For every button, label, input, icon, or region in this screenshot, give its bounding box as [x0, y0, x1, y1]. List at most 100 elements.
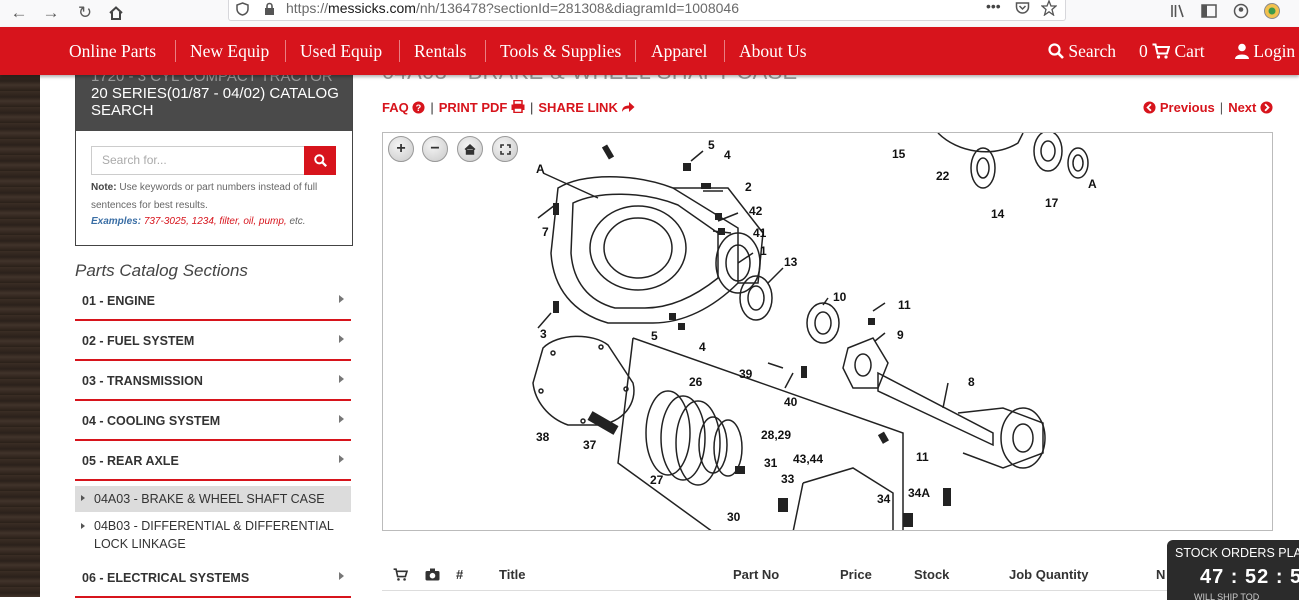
svg-text:42: 42 [749, 204, 763, 218]
svg-text:34: 34 [877, 492, 891, 506]
parts-table-header: # Title Part No Price Stock Job Quantity… [382, 560, 1299, 591]
home-icon[interactable] [105, 3, 127, 23]
svg-text:3: 3 [540, 327, 547, 341]
column-title: Title [499, 567, 526, 582]
subsection-label: 04B03 - DIFFERENTIAL & DIFFERENTIAL LOCK… [94, 519, 334, 551]
nav-cart[interactable]: 0 Cart [1139, 27, 1205, 75]
share-link[interactable]: SHARE LINK [538, 100, 635, 115]
cart-count: 0 [1139, 41, 1148, 61]
section-label: 01 - ENGINE [82, 294, 155, 308]
back-icon[interactable]: ← [8, 3, 30, 23]
previous-link[interactable]: Previous [1143, 100, 1215, 115]
svg-text:2: 2 [745, 180, 752, 194]
svg-text:8: 8 [968, 375, 975, 389]
ship-today-label: WILL SHIP TOD [1194, 592, 1260, 602]
caret-right-icon [339, 572, 344, 580]
section-transmission[interactable]: 03 - TRANSMISSION [75, 363, 351, 401]
arrow-left-circle-icon [1143, 101, 1156, 114]
pocket-icon[interactable] [1015, 1, 1030, 20]
column-part-no: Part No [733, 567, 780, 582]
catalog-search-button[interactable] [304, 146, 336, 175]
subsection-differential-lock-linkage[interactable]: 04B03 - DIFFERENTIAL & DIFFERENTIAL LOCK… [75, 517, 351, 553]
address-bar[interactable]: https://messicks.com/nh/136478?sectionId… [228, 0, 1066, 21]
stock-orders-title: STOCK ORDERS PLAC [1175, 546, 1299, 560]
caret-right-icon [81, 523, 85, 529]
section-cooling-system[interactable]: 04 - COOLING SYSTEM [75, 403, 351, 441]
cart-icon [1152, 43, 1171, 59]
nav-online-parts[interactable]: Online Parts [69, 27, 156, 75]
forward-icon[interactable]: → [40, 3, 62, 23]
column-notes: N [1156, 567, 1166, 582]
library-icon[interactable] [1170, 4, 1186, 23]
nav-divider [485, 40, 486, 62]
nav-login[interactable]: Login [1235, 27, 1295, 75]
svg-text:4: 4 [699, 340, 706, 354]
svg-text:38: 38 [536, 430, 550, 444]
search-icon [1048, 43, 1064, 59]
print-pdf-link[interactable]: PRINT PDF [439, 99, 525, 115]
nav-search-label: Search [1068, 41, 1116, 61]
svg-text:5: 5 [651, 329, 658, 343]
sidebar-icon[interactable] [1201, 4, 1217, 23]
diagram-actions: FAQ ? | PRINT PDF | SHARE LINK [382, 99, 635, 115]
nav-search[interactable]: Search [1048, 27, 1116, 75]
catalog-search-input[interactable]: Search for... [91, 146, 305, 175]
catalog-search-heading: 1720 - 3 CYL COMPACT TRACTOR 20 SERIES(0… [76, 68, 352, 131]
section-rear-axle[interactable]: 05 - REAR AXLE [75, 443, 351, 481]
nav-about-us[interactable]: About Us [739, 27, 807, 75]
bookmark-star-icon[interactable] [1040, 0, 1058, 21]
parts-diagram-viewer[interactable]: + − 5 4 2 42 41 1 13 10 11 9 8 39 40 3 7… [382, 132, 1273, 531]
account-icon[interactable] [1233, 3, 1249, 24]
extension-icon[interactable] [1263, 2, 1281, 25]
svg-text:30: 30 [727, 510, 741, 524]
nav-new-equip[interactable]: New Equip [190, 27, 269, 75]
print-icon [511, 99, 525, 114]
svg-text:4: 4 [724, 148, 731, 162]
section-label: 03 - TRANSMISSION [82, 374, 203, 388]
svg-text:5: 5 [708, 138, 715, 152]
svg-text:10: 10 [833, 290, 847, 304]
nav-apparel[interactable]: Apparel [651, 27, 707, 75]
exploded-parts-drawing: 542 42411 131011 9839 4037 A54 383726 28… [532, 133, 1097, 530]
page-actions-icon[interactable]: ••• [986, 0, 1001, 14]
next-link[interactable]: Next [1228, 100, 1273, 115]
svg-text:40: 40 [784, 395, 798, 409]
column-job-quantity: Job Quantity [1009, 567, 1089, 582]
section-engine[interactable]: 01 - ENGINE [75, 283, 351, 321]
main-navigation: Online Parts New Equip Used Equip Rental… [0, 27, 1299, 75]
nav-tools-supplies[interactable]: Tools & Supplies [500, 27, 621, 75]
catalog-search-title: SEARCH [91, 102, 154, 119]
url-text: https://messicks.com/nh/136478?sectionId… [286, 0, 739, 16]
stock-orders-countdown[interactable]: STOCK ORDERS PLAC 47 : 52 : 5 WILL SHIP … [1167, 540, 1299, 602]
section-fuel-system[interactable]: 02 - FUEL SYSTEM [75, 323, 351, 361]
nav-divider [399, 40, 400, 62]
nav-rentals[interactable]: Rentals [414, 27, 467, 75]
lock-icon[interactable] [264, 2, 275, 20]
caret-right-icon [339, 415, 344, 423]
reload-icon[interactable]: ↻ [74, 3, 96, 23]
subsection-brake-wheel-shaft-case[interactable]: 04A03 - BRAKE & WHEEL SHAFT CASE [75, 486, 351, 512]
search-icon [313, 154, 327, 167]
caret-right-icon [81, 495, 85, 501]
shield-icon[interactable] [236, 2, 249, 21]
section-label: 04 - COOLING SYSTEM [82, 414, 221, 428]
caret-right-icon [339, 295, 344, 303]
svg-text:34A: 34A [908, 486, 930, 500]
svg-text:7: 7 [542, 225, 549, 239]
sections-title: Parts Catalog Sections [75, 261, 248, 280]
svg-text:31: 31 [764, 456, 778, 470]
nav-divider [635, 40, 636, 62]
section-label: 02 - FUEL SYSTEM [82, 334, 195, 348]
arrow-right-circle-icon [1260, 101, 1273, 114]
svg-text:43,44: 43,44 [793, 452, 823, 466]
section-electrical-systems[interactable]: 06 - ELECTRICAL SYSTEMS [75, 560, 351, 598]
search-note: Note: Use keywords or part numbers inste… [91, 182, 318, 211]
question-circle-icon: ? [412, 101, 425, 114]
nav-divider [285, 40, 286, 62]
faq-link[interactable]: FAQ ? [382, 100, 425, 115]
catalog-series: 20 SERIES(01/87 - 04/02) CATALOG [91, 85, 339, 102]
nav-used-equip[interactable]: Used Equip [300, 27, 382, 75]
nav-divider [724, 40, 725, 62]
browser-toolbar: ← → ↻ https://messicks.com/nh/136478?sec… [0, 0, 1299, 28]
section-label: 06 - ELECTRICAL SYSTEMS [82, 571, 250, 585]
